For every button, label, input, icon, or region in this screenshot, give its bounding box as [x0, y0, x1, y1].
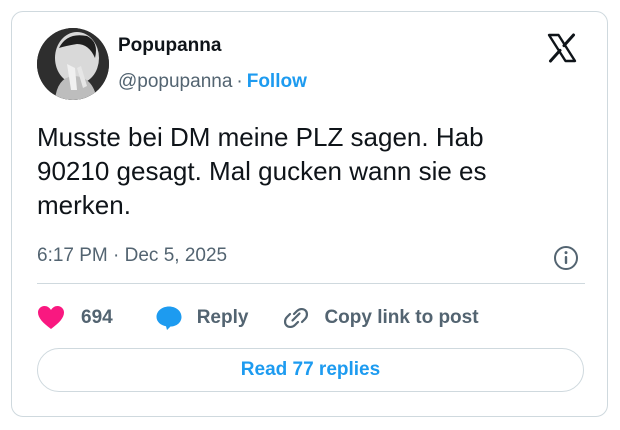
reply-button[interactable]: Reply: [155, 305, 249, 331]
tweet-card: Popupanna @popupanna · Follow Musste bei D…: [11, 11, 608, 417]
link-icon: [284, 307, 309, 329]
like-count: 694: [81, 307, 113, 328]
follow-button[interactable]: Follow: [247, 71, 307, 92]
reply-label: Reply: [196, 307, 249, 328]
avatar-photo: [37, 28, 109, 100]
action-bar: 694 Reply Copy link to post: [37, 300, 479, 336]
tweet-text: Musste bei DM meine PLZ sagen. Hab 90210…: [37, 122, 487, 220]
x-logo-icon[interactable]: [546, 32, 578, 64]
separator-dot: ·: [236, 71, 243, 92]
avatar[interactable]: [37, 28, 109, 100]
info-icon[interactable]: [553, 245, 579, 271]
like-button[interactable]: 694: [37, 305, 113, 331]
author-display-name[interactable]: Popupanna: [118, 35, 221, 57]
read-replies-button[interactable]: Read 77 replies: [37, 348, 584, 392]
author-handle-row: @popupanna · Follow: [118, 71, 307, 93]
divider: [37, 283, 585, 284]
author-handle[interactable]: @popupanna: [118, 71, 232, 92]
copy-link-button[interactable]: Copy link to post: [282, 305, 479, 331]
copy-link-label: Copy link to post: [324, 307, 479, 328]
tweet-timestamp[interactable]: 6:17 PM · Dec 5, 2025: [37, 245, 227, 267]
heart-icon: [38, 306, 64, 329]
reply-bubble-icon: [156, 306, 182, 330]
